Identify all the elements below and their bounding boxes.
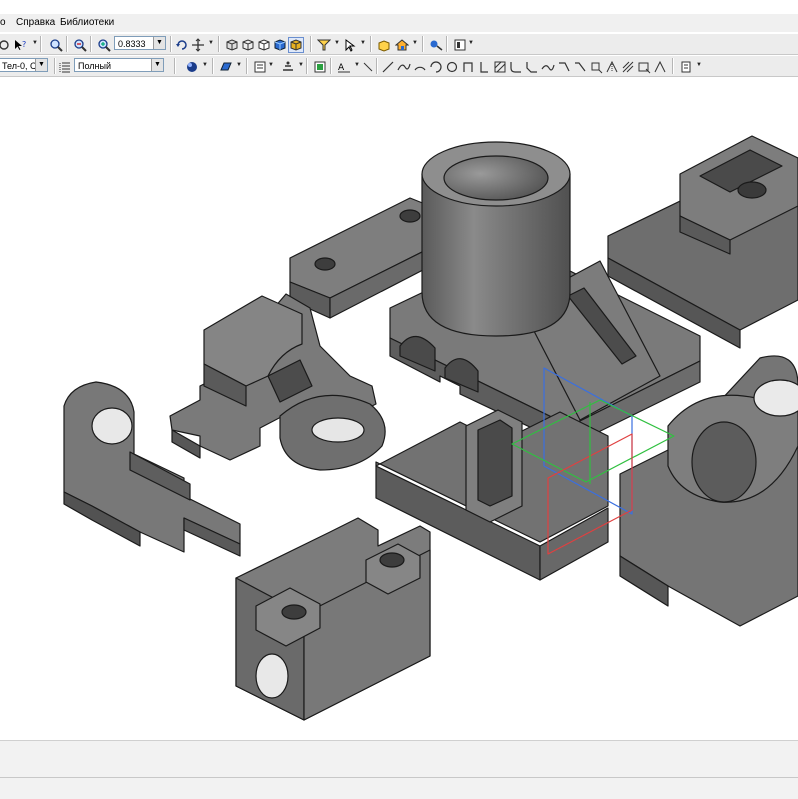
mode-combo-value: Полный bbox=[78, 61, 111, 71]
view-front-icon[interactable] bbox=[224, 37, 240, 53]
svg-text:?: ? bbox=[22, 40, 26, 49]
menu-item-help[interactable]: Справка bbox=[16, 17, 55, 28]
filter-icon[interactable] bbox=[316, 37, 332, 53]
circle-icon[interactable] bbox=[428, 59, 444, 75]
layers-icon[interactable] bbox=[58, 59, 74, 75]
toolbar-separator bbox=[446, 36, 448, 52]
model-drawing bbox=[63, 135, 798, 721]
toolbar-separator bbox=[672, 58, 674, 74]
zoom-combo[interactable]: 0.8333 ▼ bbox=[114, 36, 166, 50]
break-icon[interactable] bbox=[572, 59, 588, 75]
toolbar-separator bbox=[246, 58, 248, 74]
title-strip bbox=[0, 0, 798, 14]
dimension-icon[interactable] bbox=[636, 59, 652, 75]
zoom-value: 0.8333 bbox=[118, 39, 146, 49]
dropdown-arrow-icon[interactable]: ▼ bbox=[360, 39, 366, 47]
move-view-icon[interactable] bbox=[190, 37, 206, 53]
toolbar-separator bbox=[54, 58, 56, 74]
tool-extra-icon[interactable] bbox=[652, 59, 668, 75]
chamfer-icon[interactable] bbox=[524, 59, 540, 75]
body-combo-value: Тел-0, С bbox=[2, 61, 37, 71]
dropdown-arrow-icon[interactable]: ▼ bbox=[268, 61, 274, 69]
layout-icon[interactable] bbox=[452, 37, 468, 53]
dropdown-arrow-icon[interactable]: ▼ bbox=[298, 61, 304, 69]
dropdown-arrow-icon[interactable]: ▼ bbox=[32, 39, 38, 47]
status-area bbox=[0, 740, 798, 799]
toolbar-separator bbox=[212, 58, 214, 74]
select-icon[interactable] bbox=[342, 37, 358, 53]
body-combo[interactable]: Тел-0, С ▼ bbox=[0, 58, 48, 72]
part-ring-bracket[interactable] bbox=[169, 293, 386, 471]
properties-icon[interactable] bbox=[252, 59, 268, 75]
toolbar-separator bbox=[170, 36, 172, 52]
view-iso-icon[interactable] bbox=[256, 37, 272, 53]
chevron-down-icon[interactable]: ▼ bbox=[35, 59, 47, 71]
toolbar-separator bbox=[330, 58, 332, 74]
format-arrow-icon[interactable] bbox=[360, 59, 376, 75]
toolbar-separator bbox=[218, 36, 220, 52]
chevron-down-icon[interactable]: ▼ bbox=[153, 37, 165, 49]
menu-item-libraries[interactable]: Библиотеки bbox=[60, 17, 114, 28]
rotate-icon[interactable] bbox=[174, 37, 190, 53]
view-top-icon[interactable] bbox=[240, 37, 256, 53]
shaded-icon[interactable] bbox=[272, 37, 288, 53]
toolbar-separator bbox=[422, 36, 424, 52]
toolbar-separator bbox=[306, 58, 308, 74]
assembly-icon[interactable] bbox=[394, 37, 410, 53]
dropdown-arrow-icon[interactable]: ▼ bbox=[468, 39, 474, 47]
line-icon[interactable] bbox=[380, 59, 396, 75]
menu-item-truncated[interactable]: o bbox=[0, 17, 6, 28]
trim-icon[interactable] bbox=[540, 59, 556, 75]
dropdown-arrow-icon[interactable]: ▼ bbox=[236, 61, 242, 69]
status-divider bbox=[0, 777, 798, 778]
extend-icon[interactable] bbox=[556, 59, 572, 75]
library-icon[interactable] bbox=[428, 37, 444, 53]
measure-icon[interactable] bbox=[678, 59, 694, 75]
spline-icon[interactable] bbox=[396, 59, 412, 75]
snap-icon[interactable] bbox=[312, 59, 328, 75]
hatch-icon[interactable] bbox=[492, 59, 508, 75]
toolbar-separator bbox=[66, 36, 68, 52]
dropdown-arrow-icon[interactable]: ▼ bbox=[208, 39, 214, 47]
toolbar-separator bbox=[310, 36, 312, 52]
zoom-window-icon[interactable] bbox=[48, 37, 64, 53]
mirror-icon[interactable] bbox=[604, 59, 620, 75]
fillet-icon[interactable] bbox=[508, 59, 524, 75]
style-icon[interactable] bbox=[280, 59, 296, 75]
zoom-all-icon[interactable] bbox=[96, 37, 112, 53]
ellipse-icon[interactable] bbox=[444, 59, 460, 75]
toolbar-format: Тел-0, С ▼ Полный ▼ ▼ ▼ ▼ ▼ A ▼ ▼ bbox=[0, 55, 798, 77]
toolbar-view: ? ▼ 0.8333 ▼ ▼ ▼ ▼ ▼ ▼ bbox=[0, 33, 798, 55]
toolbar-separator bbox=[376, 58, 378, 74]
color-icon[interactable] bbox=[184, 59, 200, 75]
toolbar-separator bbox=[90, 36, 92, 52]
dropdown-arrow-icon[interactable]: ▼ bbox=[334, 39, 340, 47]
mode-combo[interactable]: Полный ▼ bbox=[74, 58, 164, 72]
dropdown-arrow-icon[interactable]: ▼ bbox=[696, 61, 702, 69]
arc-icon[interactable] bbox=[412, 59, 428, 75]
shaded-edges-icon[interactable] bbox=[288, 37, 304, 53]
material-icon[interactable] bbox=[218, 59, 234, 75]
polygon-icon[interactable] bbox=[476, 59, 492, 75]
dropdown-arrow-icon[interactable]: ▼ bbox=[412, 39, 418, 47]
text-icon[interactable]: A bbox=[336, 59, 352, 75]
cursor-icon[interactable] bbox=[0, 37, 12, 53]
dropdown-arrow-icon[interactable]: ▼ bbox=[202, 61, 208, 69]
dropdown-arrow-icon[interactable]: ▼ bbox=[354, 61, 360, 69]
rect-icon[interactable] bbox=[460, 59, 476, 75]
part-icon[interactable] bbox=[376, 37, 392, 53]
menu-bar: o Справка Библиотеки bbox=[0, 14, 798, 32]
toolbar-separator bbox=[40, 36, 42, 52]
offset-icon[interactable] bbox=[588, 59, 604, 75]
toolbar-separator bbox=[370, 36, 372, 52]
zoom-in-out-icon[interactable] bbox=[72, 37, 88, 53]
model-viewport[interactable] bbox=[0, 86, 798, 740]
chevron-down-icon[interactable]: ▼ bbox=[151, 59, 163, 71]
help-icon[interactable]: ? bbox=[12, 37, 28, 53]
array-icon[interactable] bbox=[620, 59, 636, 75]
part-holed-block[interactable] bbox=[235, 517, 431, 721]
toolbar-separator bbox=[174, 58, 176, 74]
